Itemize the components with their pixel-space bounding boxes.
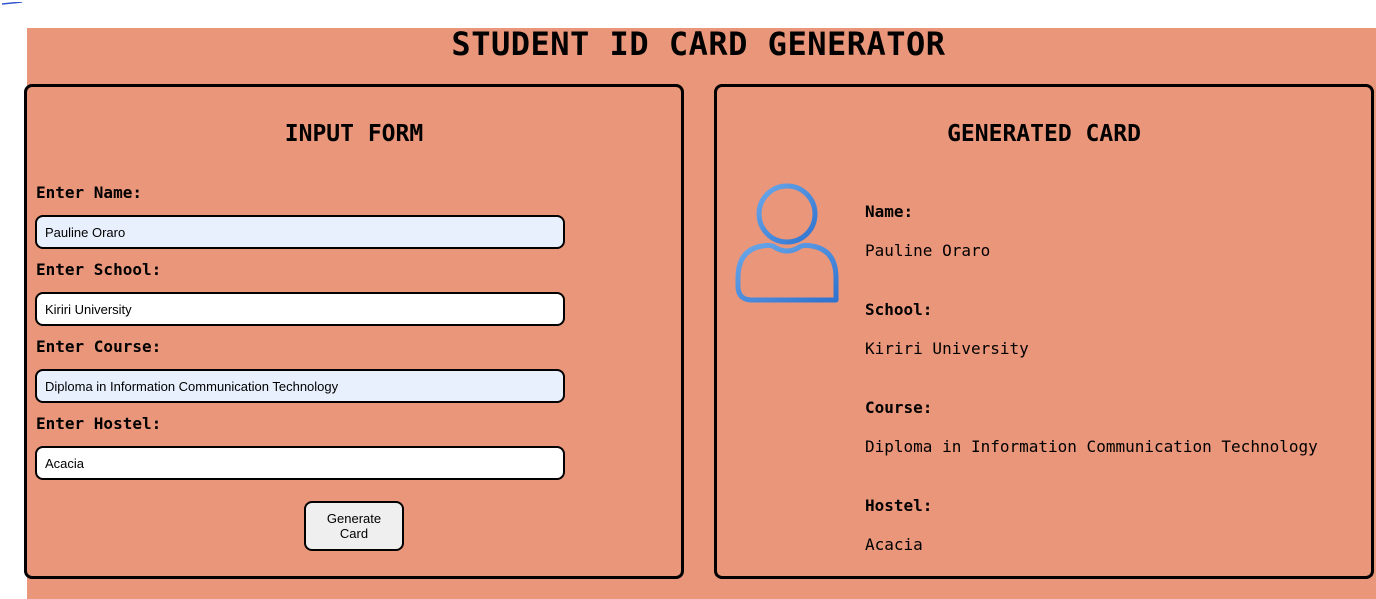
generated-card-title: GENERATED CARD [947, 121, 1141, 147]
hostel-label: Enter Hostel: [36, 414, 162, 433]
card-school-label: School: [865, 300, 933, 319]
input-form-panel: INPUT FORM Enter Name: Enter School: Ent… [24, 84, 684, 579]
input-form-title: INPUT FORM [284, 121, 424, 147]
card-hostel-label: Hostel: [865, 496, 933, 515]
name-input[interactable] [35, 215, 565, 249]
card-name-label: Name: [865, 202, 914, 221]
stray-line-mark [2, 2, 22, 5]
school-label: Enter School: [36, 260, 162, 279]
card-course-label: Course: [865, 398, 933, 417]
card-school-value: Kiriri University [865, 339, 1029, 358]
page-container: STUDENT ID CARD GENERATOR INPUT FORM Ent… [24, 25, 1376, 599]
generated-card-panel: GENERATED CARD Name: Pauline Oraro Schoo… [714, 84, 1374, 579]
card-name-value: Pauline Oraro [865, 241, 991, 260]
hostel-input[interactable] [35, 446, 565, 480]
school-input[interactable] [35, 292, 565, 326]
course-label: Enter Course: [36, 337, 162, 356]
card-course-value: Diploma in Information Communication Tec… [865, 437, 1318, 456]
card-hostel-value: Acacia [865, 535, 923, 554]
name-label: Enter Name: [36, 183, 142, 202]
course-input[interactable] [35, 369, 565, 403]
generate-card-button[interactable]: Generate Card [304, 501, 404, 551]
user-avatar-icon [735, 183, 839, 303]
page-title: STUDENT ID CARD GENERATOR [451, 25, 946, 63]
